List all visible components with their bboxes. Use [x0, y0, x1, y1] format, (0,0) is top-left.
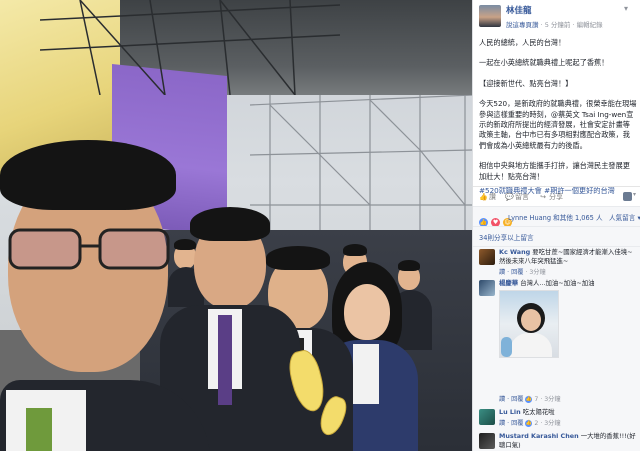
comment-time[interactable]: · 3分鐘	[540, 396, 560, 403]
comment-item: Mustard Karashi Chen 一大堆的香蕉!!!(好聰口氣)	[473, 431, 640, 451]
speech-bubble-icon: 💬	[505, 193, 514, 201]
comment-item: Kc Wang 要吃甘蔗~國家經濟才能漸入佳境~然後未來八年突飛猛進~ 讚 · …	[473, 247, 640, 281]
comment-time[interactable]: · 3分鐘	[525, 269, 545, 276]
view-more-comments[interactable]: 34則分享以上留言	[473, 226, 640, 246]
reactions-bar[interactable]: 👍 ♥ ☺ Lynne Huang 和其他 1,065 人 人氣留言 ▾	[473, 206, 640, 227]
glasses-icon	[8, 228, 170, 270]
post-paragraph: 相信中央與地方能攜手打拚，讓台灣民主發展更加壯大！點亮台灣！	[479, 161, 630, 181]
person-foreground-man	[0, 140, 210, 451]
verified-label[interactable]: 說這專頁讚	[506, 21, 539, 29]
comment-time[interactable]: · 3分鐘	[540, 420, 560, 427]
facebook-post-panel: 林佳龍 說這專頁讚 · 5 分鐘前 · 編輯紀錄 ▾ 人民的總統，人民的台灣！ …	[472, 0, 640, 451]
post-header: 林佳龍 說這專頁讚 · 5 分鐘前 · 編輯紀錄 ▾	[473, 0, 640, 33]
comment-actions: 讚 · 回覆 · 3分鐘	[499, 267, 546, 276]
post-photo[interactable]	[0, 0, 472, 451]
post-action-bar: 👍讚 💬留言 ↪ 分享 ▾	[473, 186, 640, 206]
post-body: 人民的總統，人民的台灣！ 一起在小英總統就職典禮上呢起了香蕉！ 【迎接新世代、點…	[479, 38, 637, 196]
commenter-avatar[interactable]	[479, 249, 495, 265]
commenter-avatar[interactable]	[479, 280, 495, 296]
comment-text: 楊慶華 台灣人...加油~加油~加油	[499, 279, 637, 288]
author-name[interactable]: 林佳龍	[506, 4, 532, 16]
post-paragraph: 【迎接新世代、點亮台灣！】	[479, 78, 573, 88]
comment-button[interactable]: 💬留言	[505, 192, 529, 202]
comment-body: 台灣人...加油~加油~加油	[520, 279, 595, 287]
commenter-avatar[interactable]	[479, 433, 495, 449]
comment-text: Lu Lin 吃太陽花啦	[499, 408, 637, 417]
share-button[interactable]: ↪ 分享	[539, 192, 563, 202]
viewer-avatar[interactable]	[623, 192, 632, 201]
share-arrow-icon: ↪	[540, 193, 546, 201]
commenter-avatar[interactable]	[479, 409, 495, 425]
reactions-count[interactable]: Lynne Huang 和其他 1,065 人	[508, 212, 603, 222]
comment-item: 楊慶華 台灣人...加油~加油~加油 讚 · 回覆 👍 7 · 3分鐘	[473, 278, 640, 406]
comment-like-reply[interactable]: 讚 · 回覆	[499, 420, 523, 427]
comment-text: Kc Wang 要吃甘蔗~國家經濟才能漸入佳境~然後未來八年突飛猛進~	[499, 248, 637, 266]
thumbs-up-icon: 👍	[479, 193, 488, 201]
post-meta: 說這專頁讚 · 5 分鐘前 · 編輯紀錄	[506, 21, 603, 29]
commenter-name[interactable]: Kc Wang	[499, 248, 530, 256]
post-paragraph: 一起在小英總統就職典禮上呢起了香蕉！	[479, 58, 609, 68]
commenter-name[interactable]: Lu Lin	[499, 408, 521, 416]
comment-item: Lu Lin 吃太陽花啦 讚 · 回覆 👍 2 · 3分鐘	[473, 407, 640, 431]
post-time[interactable]: 5 分鐘前	[545, 21, 571, 29]
chevron-down-icon[interactable]: ▾	[624, 4, 628, 13]
like-count-icon: 👍	[525, 419, 533, 427]
comment-photo[interactable]	[499, 290, 559, 358]
commenter-name[interactable]: 楊慶華	[499, 279, 518, 287]
comment-actions: 讚 · 回覆 👍 7 · 3分鐘	[499, 394, 561, 403]
comment-actions: 讚 · 回覆 👍 2 · 3分鐘	[499, 418, 561, 427]
comment-like-count[interactable]: 2	[534, 420, 538, 427]
post-paragraph: 今天520，是新政府的就職典禮，很榮幸能在現場參與這樣重要的時刻，@蔡英文 Ts…	[479, 99, 637, 150]
comment-like-reply[interactable]: 讚 · 回覆	[499, 269, 523, 276]
like-button[interactable]: 👍讚	[479, 192, 496, 202]
edit-history[interactable]: 編輯紀錄	[577, 21, 603, 29]
post-paragraph: 人民的總統，人民的台灣！	[479, 38, 566, 47]
comment-sort-dropdown[interactable]: 人氣留言 ▾	[609, 212, 640, 222]
comment-body: 吃太陽花啦	[522, 408, 555, 416]
comments-list: Kc Wang 要吃甘蔗~國家經濟才能漸入佳境~然後未來八年突飛猛進~ 讚 · …	[473, 246, 640, 451]
comment-text: Mustard Karashi Chen 一大堆的香蕉!!!(好聰口氣)	[499, 432, 637, 450]
chevron-down-icon[interactable]: ▾	[633, 191, 636, 198]
roof-truss	[40, 0, 340, 95]
commenter-name[interactable]: Mustard Karashi Chen	[499, 432, 579, 440]
comment-like-reply[interactable]: 讚 · 回覆	[499, 396, 523, 403]
comment-like-count[interactable]: 7	[534, 396, 538, 403]
like-count-icon: 👍	[525, 395, 533, 403]
author-avatar[interactable]	[479, 5, 501, 27]
